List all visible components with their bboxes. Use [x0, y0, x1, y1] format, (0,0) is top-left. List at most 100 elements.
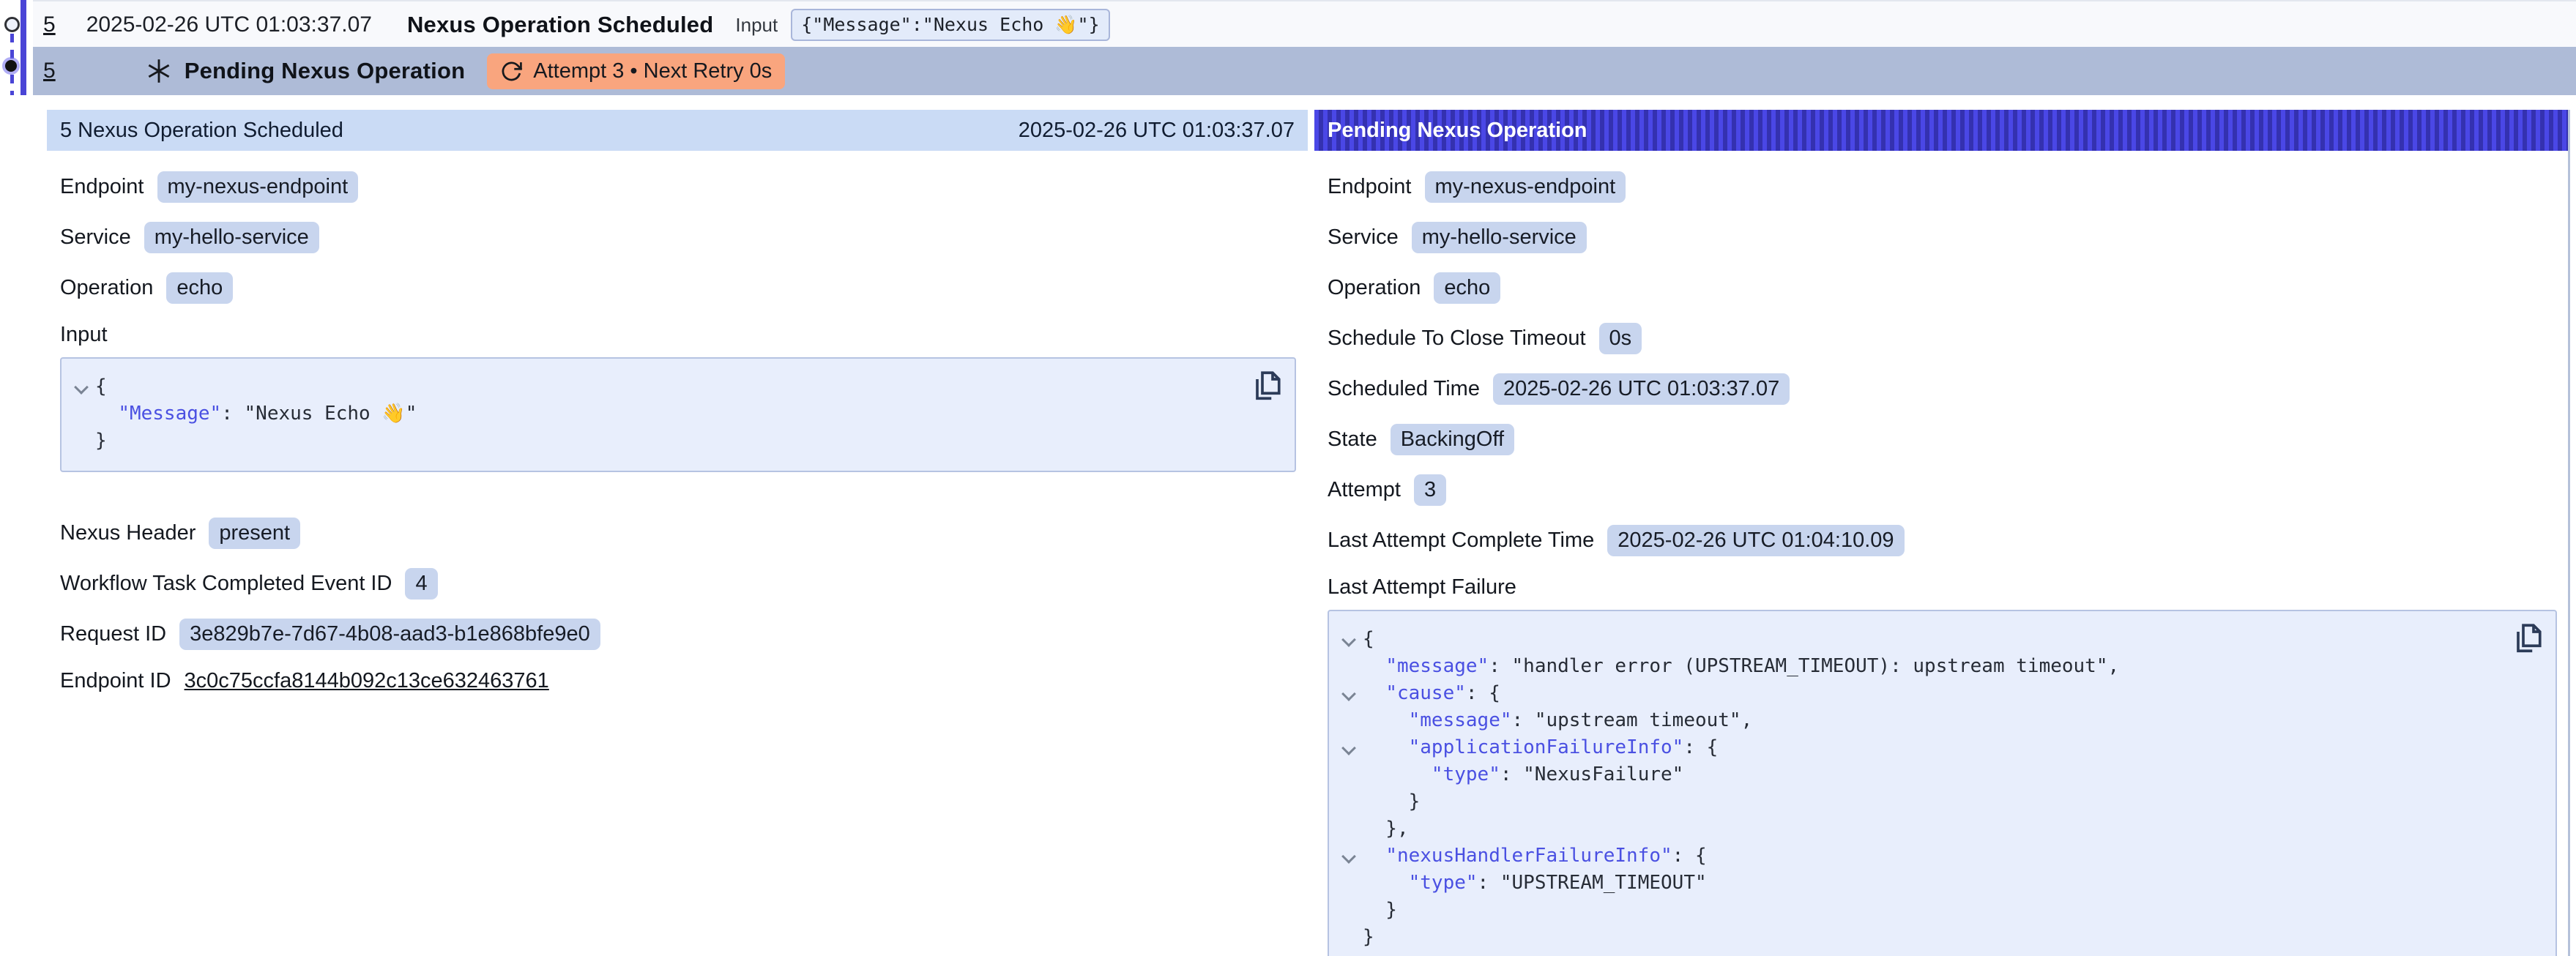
- code-text: },: [1363, 815, 1409, 843]
- code-gutter: [1335, 870, 1363, 897]
- code-gutter: [1335, 924, 1363, 951]
- timeline-bar: [21, 0, 26, 95]
- field-label: Scheduled Time: [1328, 377, 1480, 401]
- event-id-link[interactable]: 5: [43, 59, 56, 83]
- code-text: "Message": "Nexus Echo 👋": [95, 400, 417, 427]
- code-gutter: [1335, 897, 1363, 924]
- field-row: Nexus Headerpresent: [60, 518, 1296, 549]
- copy-icon: [2513, 621, 2544, 655]
- code-text: {: [95, 373, 107, 400]
- field-row: Workflow Task Completed Event ID 4: [60, 568, 1296, 600]
- event-marker-filled-icon: [5, 60, 17, 72]
- field-label: Service: [1328, 225, 1399, 250]
- code-line: },: [1335, 815, 2504, 843]
- event-details-header-title: 5 Nexus Operation Scheduled: [60, 119, 343, 143]
- code-text: "type": "UPSTREAM_TIMEOUT": [1363, 870, 1707, 897]
- event-input-label: Input: [735, 14, 778, 37]
- event-id-link[interactable]: 5: [43, 12, 56, 37]
- input-section-label: Input: [60, 323, 1308, 347]
- field-label: Schedule To Close Timeout: [1328, 326, 1586, 351]
- code-text: "type": "NexusFailure": [1363, 761, 1683, 788]
- code-text: }: [1363, 897, 1397, 924]
- code-text: }: [1363, 788, 1420, 815]
- copy-button[interactable]: [1252, 369, 1283, 403]
- event-row-scheduled[interactable]: 5 2025-02-26 UTC 01:03:37.07 Nexus Opera…: [33, 0, 2576, 48]
- retry-badge-text: Attempt 3 • Next Retry 0s: [533, 59, 772, 83]
- field-value-badge: my-nexus-endpoint: [1425, 171, 1626, 203]
- code-gutter: [67, 427, 95, 455]
- field-value-link[interactable]: 3c0c75ccfa8144b092c13ce632463761: [185, 669, 549, 693]
- code-gutter: [1335, 653, 1363, 680]
- code-line: "message": "upstream timeout",: [1335, 707, 2504, 734]
- field-label: Operation: [1328, 276, 1421, 300]
- code-line: "applicationFailureInfo": {: [1335, 734, 2504, 761]
- event-row-pending[interactable]: 5 Pending Nexus Operation Attempt 3 • Ne…: [33, 47, 2576, 95]
- code-line: }: [1335, 788, 2504, 815]
- code-line: }: [1335, 924, 2504, 951]
- copy-button[interactable]: [2513, 621, 2544, 655]
- field-value-badge: 3: [1414, 474, 1446, 506]
- code-text: "nexusHandlerFailureInfo": {: [1363, 843, 1707, 870]
- event-input-value-badge: {"Message":"Nexus Echo 👋"}: [791, 9, 1109, 41]
- event-title: Nexus Operation Scheduled: [407, 12, 713, 38]
- field-row: Service my-hello-service: [60, 222, 1296, 253]
- field-label: Request ID: [60, 622, 166, 646]
- field-row: Operationecho: [60, 272, 1296, 304]
- code-gutter: [1335, 707, 1363, 734]
- code-gutter: [67, 400, 95, 427]
- field-label: Endpoint: [1328, 175, 1412, 199]
- field-value-badge: my-hello-service: [144, 222, 319, 253]
- copy-icon: [1252, 369, 1283, 403]
- event-details-header-time: 2025-02-26 UTC 01:03:37.07: [1019, 119, 1295, 143]
- field-row: Endpointmy-nexus-endpoint: [60, 171, 1296, 203]
- field-value-badge: 0s: [1599, 323, 1642, 354]
- code-gutter: [1335, 815, 1363, 843]
- field-row: Schedule To Close Timeout 0s: [1328, 323, 2557, 354]
- code-line: "Message": "Nexus Echo 👋": [67, 400, 1243, 427]
- code-line: {: [1335, 626, 2504, 653]
- field-label: Last Attempt Complete Time: [1328, 529, 1594, 553]
- pending-operation-fields: Endpoint my-nexus-endpoint Service my-hello…: [1314, 151, 2569, 556]
- field-value-badge: BackingOff: [1391, 424, 1514, 455]
- event-time: 2025-02-26 UTC 01:03:37.07: [86, 12, 372, 37]
- field-value-badge: my-nexus-endpoint: [157, 171, 359, 203]
- field-value-badge: my-hello-service: [1412, 222, 1587, 253]
- code-text: }: [1363, 924, 1374, 951]
- event-title: Pending Nexus Operation: [185, 58, 466, 84]
- event-details-fields: Nexus Headerpresent Workflow Task Complet…: [47, 497, 1308, 693]
- code-text: {: [1363, 626, 1374, 653]
- collapse-chevron-icon[interactable]: [1335, 680, 1363, 707]
- collapse-chevron-icon[interactable]: [67, 373, 95, 400]
- code-line: "type": "UPSTREAM_TIMEOUT": [1335, 870, 2504, 897]
- failure-json-block: { "message": "handler error (UPSTREAM_TI…: [1328, 610, 2557, 956]
- field-label: State: [1328, 427, 1377, 452]
- retry-icon: [500, 60, 523, 83]
- event-details-panel: 5 Nexus Operation Scheduled 2025-02-26 U…: [47, 110, 1308, 712]
- timeline-dashed-connector: [10, 75, 14, 95]
- field-value-badge: 2025-02-26 UTC 01:04:10.09: [1607, 525, 1904, 556]
- collapse-chevron-icon[interactable]: [1335, 734, 1363, 761]
- code-text: "cause": {: [1363, 680, 1500, 707]
- field-row: Endpoint my-nexus-endpoint: [1328, 171, 2557, 203]
- panel-edge-divider: [2568, 110, 2570, 956]
- field-row: Service my-hello-service: [1328, 222, 2557, 253]
- pending-operation-header-title: Pending Nexus Operation: [1328, 119, 1587, 143]
- field-value-badge: 3e829b7e-7d67-4b08-aad3-b1e868bfe9e0: [179, 619, 600, 650]
- failure-section-label: Last Attempt Failure: [1328, 575, 2569, 600]
- field-label: Workflow Task Completed Event ID: [60, 572, 392, 596]
- field-row: Attempt 3: [1328, 474, 2557, 506]
- field-value-badge: echo: [166, 272, 233, 304]
- field-label: Service: [60, 225, 131, 250]
- field-label: Attempt: [1328, 478, 1401, 502]
- collapse-chevron-icon[interactable]: [1335, 843, 1363, 870]
- pending-operation-header: Pending Nexus Operation: [1314, 110, 2569, 151]
- collapse-chevron-icon[interactable]: [1335, 626, 1363, 653]
- code-line: "type": "NexusFailure": [1335, 761, 2504, 788]
- code-text: "message": "upstream timeout",: [1363, 707, 1752, 734]
- field-value-badge: 4: [405, 568, 437, 600]
- code-gutter: [1335, 788, 1363, 815]
- pending-asterisk-icon: [145, 57, 173, 85]
- code-text: }: [95, 427, 107, 455]
- field-row: Endpoint ID3c0c75ccfa8144b092c13ce632463…: [60, 669, 1296, 693]
- code-line: "message": "handler error (UPSTREAM_TIME…: [1335, 653, 2504, 680]
